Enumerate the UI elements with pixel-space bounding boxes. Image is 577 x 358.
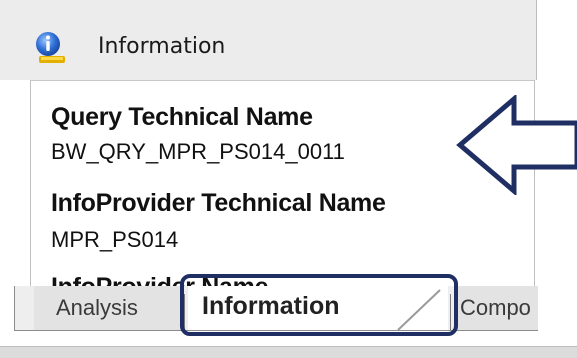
tab-bar: Analysis Information Compo <box>0 274 577 358</box>
info-icon <box>36 32 65 63</box>
tab-components-label: Compo <box>460 295 531 320</box>
tab-analysis-label: Analysis <box>56 295 138 320</box>
bottom-strip <box>0 346 577 358</box>
infoprovider-technical-name-value: MPR_PS014 <box>51 227 179 252</box>
infoprovider-technical-name-label: InfoProvider Technical Name <box>51 189 386 217</box>
panel-header: Information <box>0 0 537 80</box>
information-panel: Information Query Technical Name BW_QRY_… <box>0 0 577 358</box>
tab-highlight-box <box>180 274 458 336</box>
tab-analysis[interactable]: Analysis <box>34 286 184 330</box>
query-technical-name-value: BW_QRY_MPR_PS014_0011 <box>51 139 345 164</box>
left-arrow-icon <box>456 95 577 195</box>
tab-components[interactable]: Compo <box>454 286 538 330</box>
panel-title: Information <box>98 34 226 59</box>
query-technical-name-label: Query Technical Name <box>51 103 313 131</box>
